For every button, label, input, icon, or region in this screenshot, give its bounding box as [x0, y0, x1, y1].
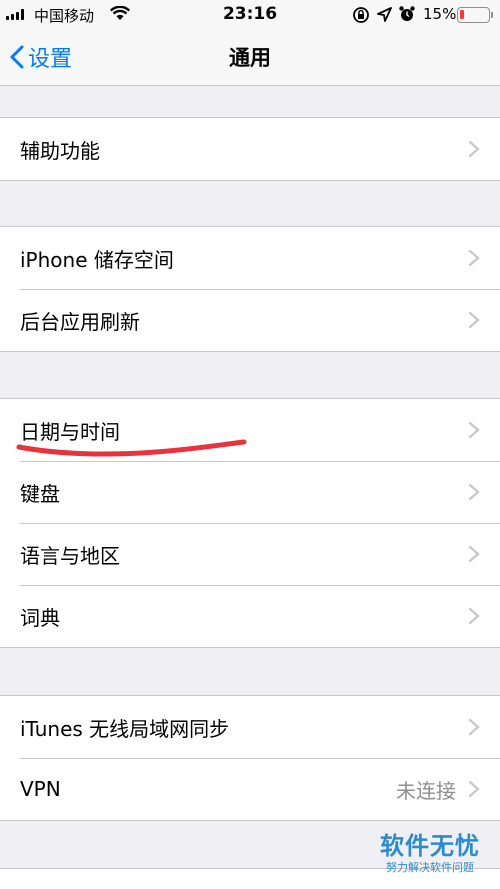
- vpn-status: 未连接: [396, 778, 456, 803]
- row-label: 辅助功能: [20, 138, 100, 163]
- row-language-region[interactable]: 语言与地区: [0, 523, 500, 585]
- row-label: 后台应用刷新: [20, 309, 140, 334]
- alarm-icon: [398, 5, 416, 27]
- row-iphone-storage[interactable]: iPhone 储存空间: [0, 227, 500, 289]
- chevron-right-icon: [468, 421, 480, 439]
- watermark-subtitle: 努力解决软件问题: [386, 861, 474, 874]
- navigation-bar: 设置 通用: [0, 30, 500, 86]
- row-label: 词典: [20, 605, 60, 630]
- row-label: 键盘: [20, 481, 60, 506]
- status-bar: 中国移动 23:16 15%: [0, 0, 500, 30]
- rotation-lock-icon: [352, 6, 370, 28]
- settings-group-datetime: 日期与时间 键盘 语言与地区 词典: [0, 398, 500, 648]
- back-button-label: 设置: [28, 47, 73, 72]
- row-date-time[interactable]: 日期与时间: [0, 399, 500, 461]
- chevron-left-icon: [10, 45, 24, 69]
- row-label: VPN: [20, 777, 61, 801]
- chevron-right-icon: [468, 140, 480, 158]
- watermark: 软件无忧 努力解决软件问题: [370, 826, 490, 875]
- row-label: 日期与时间: [20, 419, 120, 444]
- row-vpn[interactable]: VPN 未连接: [0, 758, 500, 820]
- battery-icon: [457, 7, 493, 23]
- chevron-right-icon: [468, 249, 480, 267]
- chevron-right-icon: [468, 483, 480, 501]
- settings-group-accessibility: 辅助功能: [0, 117, 500, 181]
- battery-percent: 15%: [423, 5, 457, 23]
- row-label: 语言与地区: [20, 543, 120, 568]
- location-icon: [377, 7, 392, 26]
- battery-level: [460, 10, 464, 19]
- chevron-right-icon: [468, 718, 480, 736]
- watermark-title: 软件无忧: [380, 832, 480, 860]
- row-itunes-wifi-sync[interactable]: iTunes 无线局域网同步: [0, 696, 500, 758]
- row-label: iPhone 储存空间: [20, 247, 174, 272]
- chevron-right-icon: [468, 780, 480, 798]
- settings-group-network: iTunes 无线局域网同步 VPN 未连接: [0, 695, 500, 821]
- settings-group-storage: iPhone 储存空间 后台应用刷新: [0, 226, 500, 352]
- chevron-right-icon: [468, 607, 480, 625]
- row-accessibility[interactable]: 辅助功能: [0, 118, 500, 180]
- row-background-app-refresh[interactable]: 后台应用刷新: [0, 289, 500, 351]
- row-label: iTunes 无线局域网同步: [20, 716, 230, 741]
- back-button[interactable]: 设置: [10, 40, 72, 74]
- row-keyboard[interactable]: 键盘: [0, 461, 500, 523]
- chevron-right-icon: [468, 311, 480, 329]
- page-title: 通用: [229, 46, 271, 70]
- row-dictionary[interactable]: 词典: [0, 585, 500, 647]
- chevron-right-icon: [468, 545, 480, 563]
